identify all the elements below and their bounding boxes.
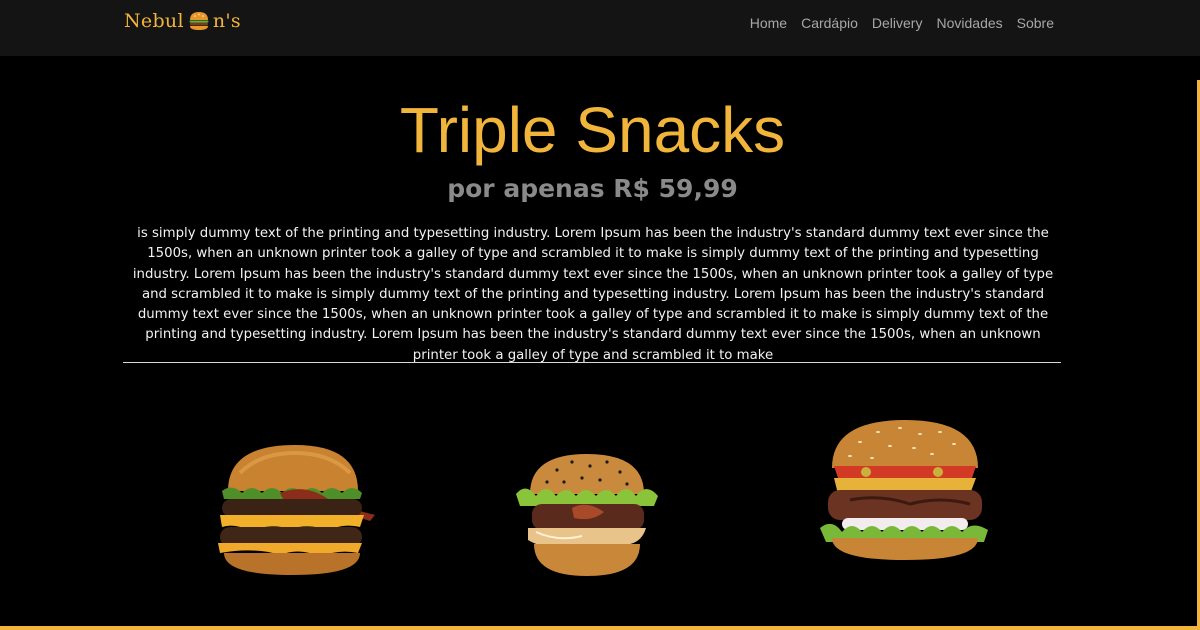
nav-home[interactable]: Home — [750, 15, 787, 31]
hero-subtitle: por apenas R$ 59,99 — [447, 174, 738, 203]
burger-image-2 — [516, 454, 658, 576]
brand-logo[interactable]: Nebul n's — [124, 8, 241, 34]
nav-novidades[interactable]: Novidades — [936, 15, 1002, 31]
page-bottom-accent — [0, 626, 1200, 630]
burger-image-3 — [820, 420, 988, 560]
brand-name-end: n's — [212, 10, 241, 32]
nav-delivery[interactable]: Delivery — [872, 15, 923, 31]
nav-sobre[interactable]: Sobre — [1017, 15, 1054, 31]
nav-cardapio[interactable]: Cardápio — [801, 15, 858, 31]
burger-image-1 — [218, 445, 375, 575]
brand-name-start: Nebul — [124, 10, 184, 32]
hero-title: Triple Snacks — [399, 94, 786, 166]
section-divider — [123, 362, 1061, 363]
hero-description: is simply dummy text of the printing and… — [132, 226, 1054, 363]
navbar: Nebul n's Home Cardápio Delivery Novidad… — [0, 0, 1200, 56]
burger-icon — [189, 12, 209, 30]
nav-menu: Home Cardápio Delivery Novidades Sobre — [750, 15, 1054, 31]
